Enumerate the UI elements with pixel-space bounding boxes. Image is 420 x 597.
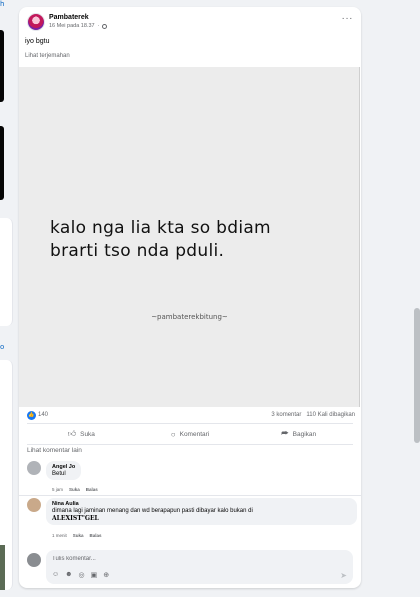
left-link-fragment[interactable]: h xyxy=(0,0,4,8)
comment-text: dimana lagi jaminan menang dan wd berapa… xyxy=(52,508,253,514)
share-icon: ⮫ xyxy=(281,429,289,438)
sticker-icon[interactable]: ☻ xyxy=(65,571,72,579)
comment-text-bold: ALEXIST"GEL xyxy=(52,515,99,522)
camera-icon[interactable]: ◎ xyxy=(79,571,85,579)
left-card-fragment xyxy=(0,218,13,326)
post-image[interactable]: kalo nga lia kta so bdiam brarti tso nda… xyxy=(19,67,360,407)
comment-bubble: Angel Jo Betul xyxy=(46,461,82,480)
image-watermark: ~pambaterekbitung~ xyxy=(151,313,228,321)
comment-icon: ○ xyxy=(170,429,176,439)
comment-time[interactable]: 5 jam xyxy=(52,487,63,492)
comment-label: Komentari xyxy=(179,430,210,438)
comments-count[interactable]: 3 komentar xyxy=(271,412,301,418)
left-dark-block xyxy=(0,30,4,102)
divider xyxy=(27,423,353,424)
post-stats: 👍 140 3 komentar 110 Kali dibagikan xyxy=(27,411,355,423)
globe-icon xyxy=(102,23,108,29)
image-caption-line: brarti tso nda pduli. xyxy=(50,241,225,261)
feed-post: Pambaterek 16 Mei pada 18.37 · ··· iyo b… xyxy=(19,7,361,588)
like-button[interactable]: 👍︎ Suka xyxy=(27,425,136,443)
scrollbar[interactable] xyxy=(414,308,420,443)
gif-icon[interactable]: ▣ xyxy=(91,571,98,579)
comment-input[interactable] xyxy=(52,556,252,562)
composer-icons: ☺ ☻ ◎ ▣ ⊕ xyxy=(52,571,109,579)
share-button[interactable]: ⮫ Bagikan xyxy=(244,425,353,443)
left-photo-fragment xyxy=(0,545,5,590)
more-comments-link[interactable]: Lihat komentar lain xyxy=(27,447,82,454)
post-meta: 16 Mei pada 18.37 · xyxy=(49,23,108,29)
avatar-sticker-icon[interactable]: ⊕ xyxy=(103,571,109,579)
divider xyxy=(19,495,361,496)
left-column-edge: h o xyxy=(0,0,14,597)
comment-item: Angel Jo Betul 5 jam Suka Balas xyxy=(27,461,353,495)
comment-author[interactable]: Angel Jo xyxy=(52,464,75,470)
comment-like-button[interactable]: Suka xyxy=(69,487,80,492)
image-caption-line: kalo nga lia kta so bdiam xyxy=(50,218,271,238)
post-text: iyo bgtu xyxy=(25,38,50,45)
send-icon[interactable]: ➤ xyxy=(340,571,347,580)
emoji-icon[interactable]: ☺ xyxy=(52,571,59,579)
author-avatar[interactable] xyxy=(27,13,45,31)
image-caption: kalo nga lia kta so bdiam brarti tso nda… xyxy=(50,217,271,263)
comment-bubble: Nina Aulia dimana lagi jaminan menang da… xyxy=(46,498,357,525)
divider xyxy=(27,444,353,445)
avatar[interactable] xyxy=(27,498,41,512)
comment-author[interactable]: Nina Aulia xyxy=(52,501,351,507)
left-dark-block xyxy=(0,126,4,200)
comment-button[interactable]: ○ Komentari xyxy=(136,425,245,443)
comment-like-button[interactable]: Suka xyxy=(73,533,84,538)
avatar[interactable] xyxy=(27,553,41,567)
comment-meta: 5 jam Suka Balas xyxy=(52,487,98,492)
composer-box[interactable]: ☺ ☻ ◎ ▣ ⊕ ➤ xyxy=(46,550,353,584)
comment-text: Betul xyxy=(52,471,66,477)
comment-item: Nina Aulia dimana lagi jaminan menang da… xyxy=(27,498,357,542)
translate-link[interactable]: Lihat terjemahan xyxy=(25,53,70,59)
comment-composer: ☺ ☻ ◎ ▣ ⊕ ➤ xyxy=(27,550,353,584)
stats-right: 3 komentar 110 Kali dibagikan xyxy=(271,412,355,418)
like-icon: 👍︎ xyxy=(67,429,77,438)
share-label: Bagikan xyxy=(292,430,317,438)
post-date[interactable]: 16 Mei pada 18.37 xyxy=(49,23,95,29)
reactions-count[interactable]: 140 xyxy=(38,412,48,418)
left-link-fragment[interactable]: o xyxy=(0,343,4,351)
author-name[interactable]: Pambaterek xyxy=(49,14,89,21)
comment-time[interactable]: 1 menit xyxy=(52,533,67,538)
like-icon: 👍 xyxy=(27,411,36,420)
more-icon[interactable]: ··· xyxy=(342,13,354,24)
shares-count[interactable]: 110 Kali dibagikan xyxy=(306,412,355,418)
avatar[interactable] xyxy=(27,461,41,475)
post-header: Pambaterek 16 Mei pada 18.37 · ··· xyxy=(27,13,353,39)
comment-reply-button[interactable]: Balas xyxy=(90,533,102,538)
post-actions: 👍︎ Suka ○ Komentari ⮫ Bagikan xyxy=(27,425,353,443)
comment-reply-button[interactable]: Balas xyxy=(86,487,98,492)
like-label: Suka xyxy=(80,430,95,438)
comment-meta: 1 menit Suka Balas xyxy=(52,533,102,538)
